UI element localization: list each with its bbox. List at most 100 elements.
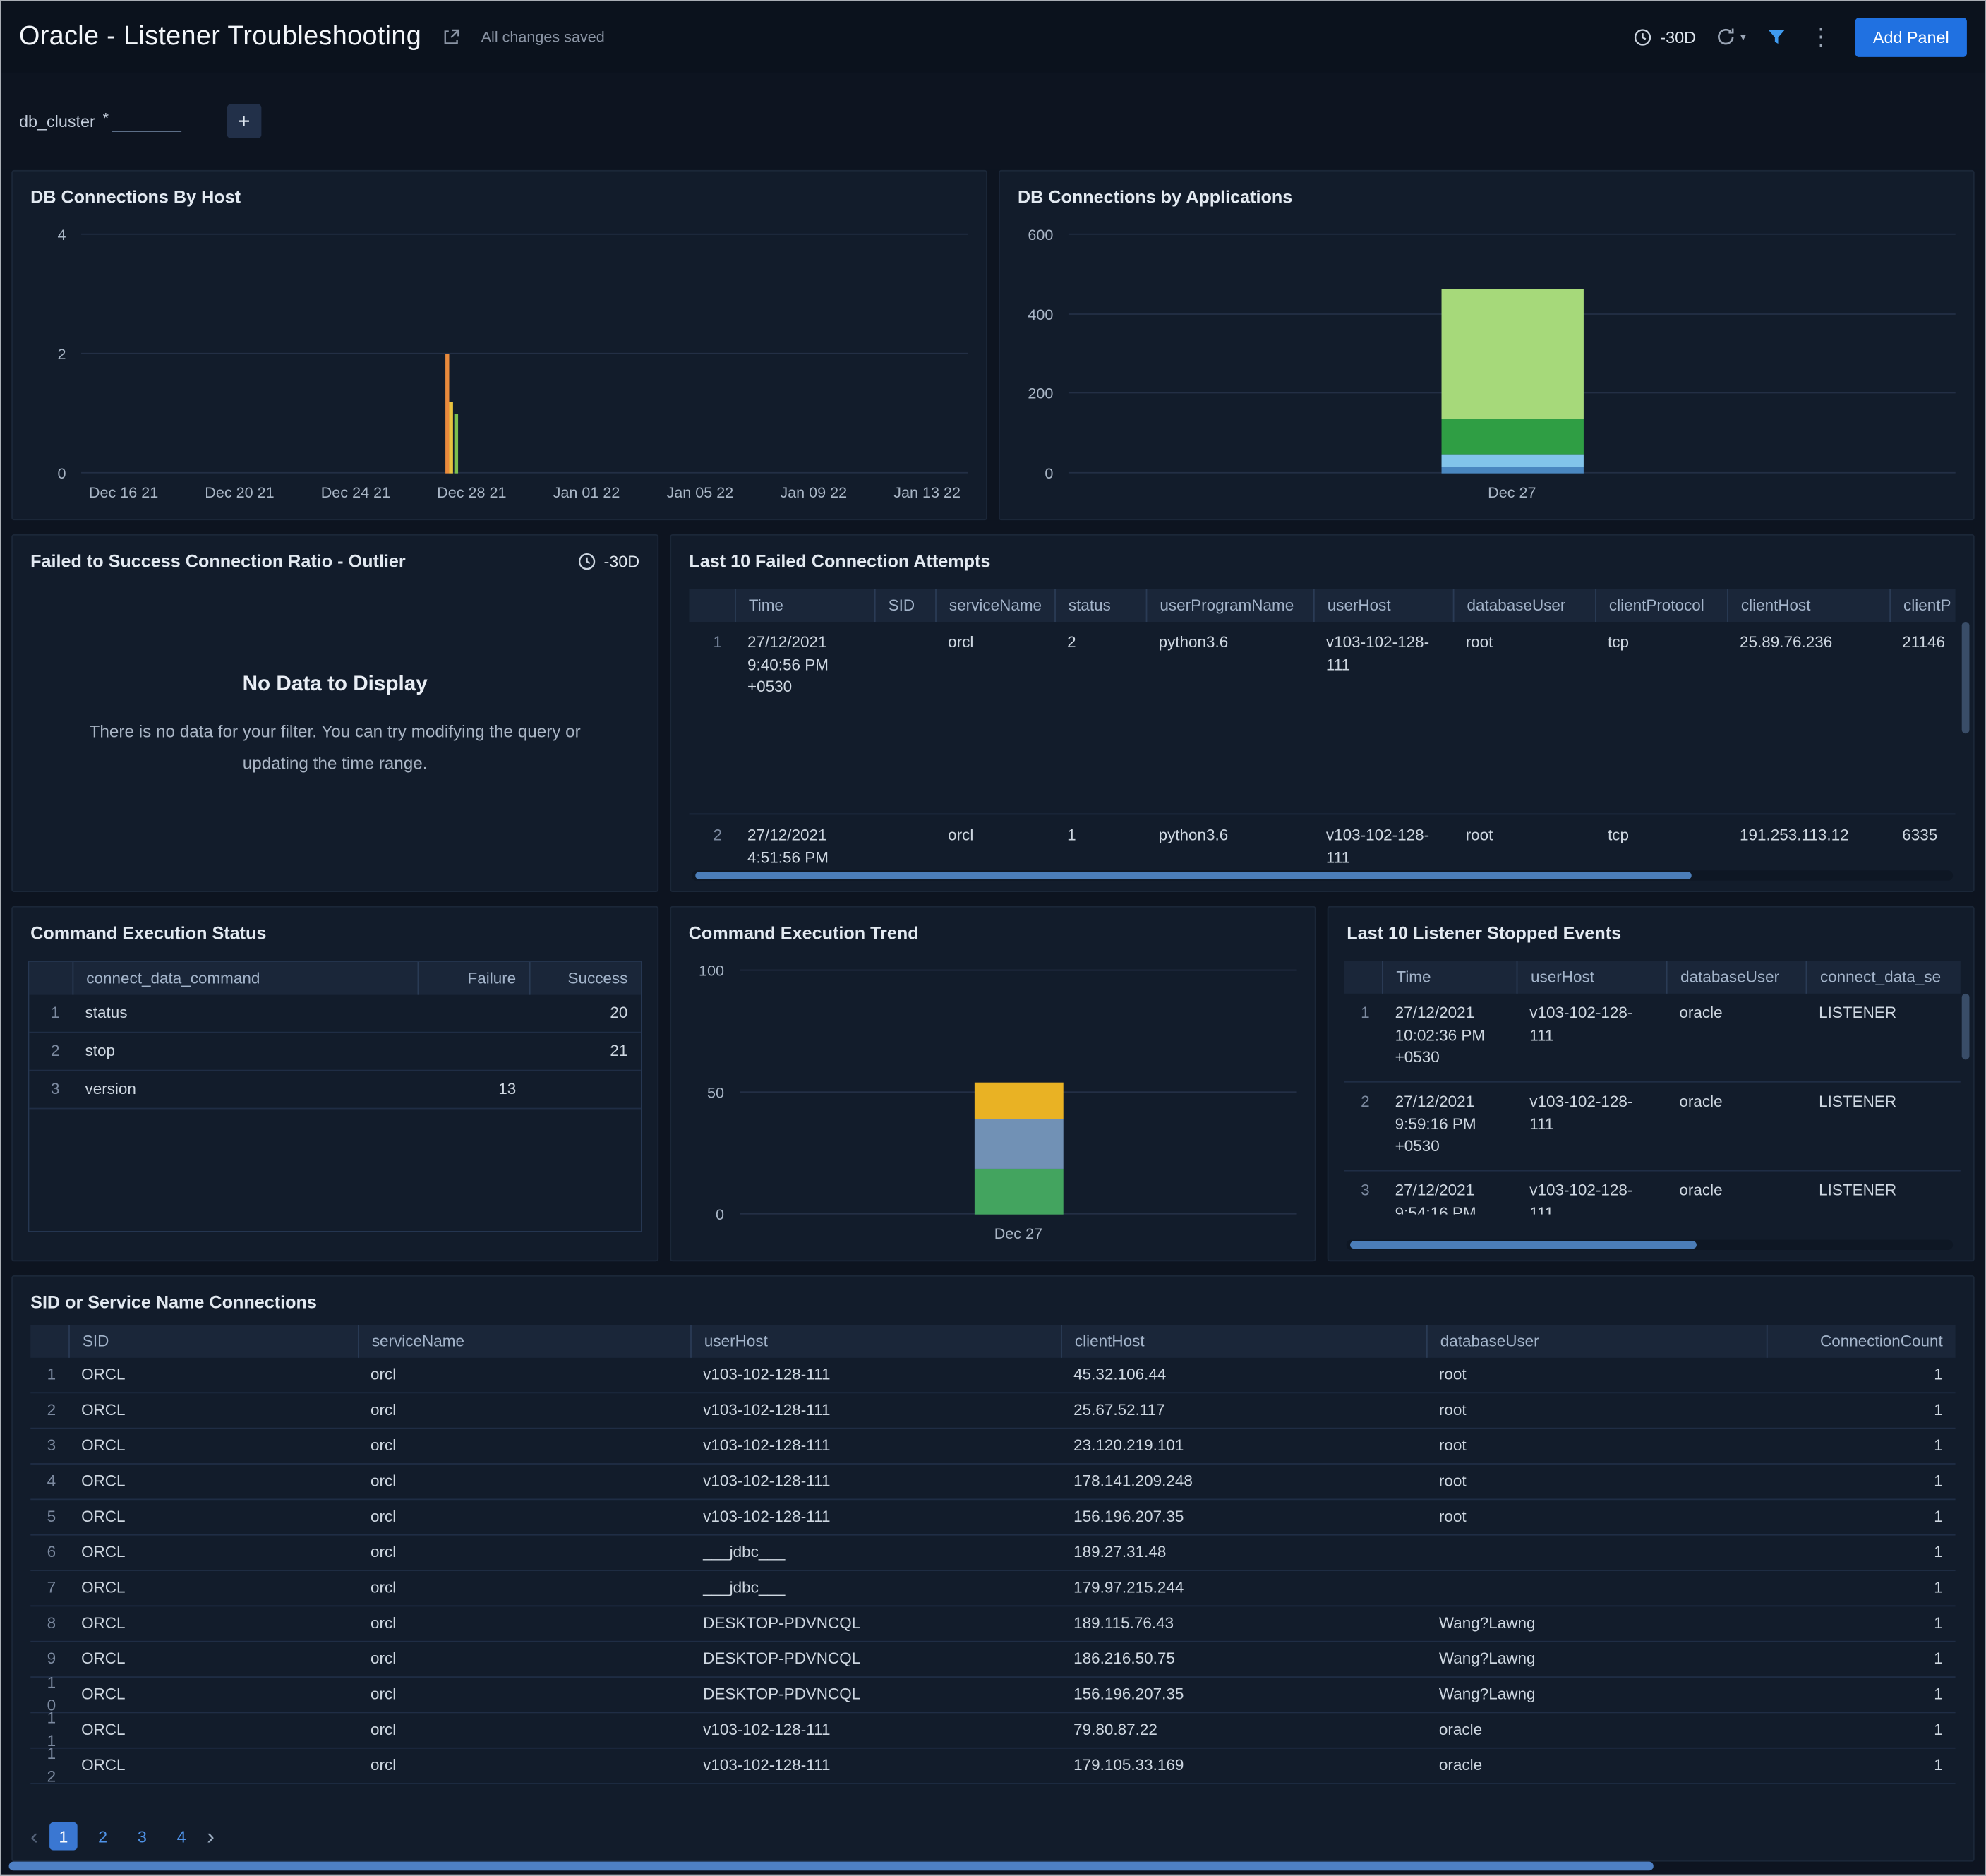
table-row[interactable]: 12ORCLorclv103-102-128-111179.105.33.169… <box>30 1749 1956 1784</box>
column-header[interactable]: serviceName <box>358 1325 690 1358</box>
kebab-menu-icon[interactable]: ⋮ <box>1807 25 1835 48</box>
table-row[interactable]: 127/12/2021 9:40:56 PM +0530orcl2python3… <box>689 622 1955 814</box>
column-header[interactable]: clientP <box>1889 589 1955 622</box>
scrollbar-thumb[interactable] <box>1962 622 1970 733</box>
table-row[interactable]: 10ORCLorclDESKTOP-PDVNCQL156.196.207.35W… <box>30 1678 1956 1713</box>
scrollbar-thumb[interactable] <box>1962 994 1970 1059</box>
y-tick-label: 100 <box>699 962 724 980</box>
table-row[interactable]: 227/12/2021 4:51:56 PM +0530orcl1python3… <box>689 814 1955 862</box>
add-filter-button[interactable]: + <box>227 104 261 138</box>
horizontal-scrollbar[interactable] <box>1347 1240 1953 1250</box>
table-cell: orcl <box>935 825 1054 847</box>
column-header[interactable]: userHost <box>1517 961 1666 994</box>
page-button-2[interactable]: 2 <box>89 1822 117 1851</box>
table-row[interactable]: 5ORCLorclv103-102-128-111156.196.207.35r… <box>30 1500 1956 1535</box>
column-header[interactable]: Failure <box>417 962 529 995</box>
prev-page-icon[interactable]: ‹ <box>30 1825 38 1848</box>
row-index: 4 <box>30 1470 68 1492</box>
table-row[interactable]: 1ORCLorclv103-102-128-11145.32.106.44roo… <box>30 1358 1956 1393</box>
vertical-scrollbar[interactable] <box>1962 994 1970 1229</box>
table-body: 127/12/2021 10:02:36 PM +0530v103-102-12… <box>1344 994 1961 1215</box>
table-row[interactable]: 9ORCLorclDESKTOP-PDVNCQL186.216.50.75Wan… <box>30 1642 1956 1678</box>
data-spike <box>445 354 448 474</box>
refresh-control[interactable]: ▾ <box>1716 27 1746 47</box>
column-header[interactable]: databaseUser <box>1666 961 1806 994</box>
x-tick-label: Dec 28 21 <box>437 483 506 509</box>
plot-area <box>740 970 1298 1214</box>
table-cell: v103-102-128-111 <box>690 1400 1061 1421</box>
x-tick-label: Dec 27 <box>994 1225 1042 1250</box>
column-header[interactable]: SID <box>68 1325 358 1358</box>
scrollbar-thumb[interactable] <box>695 872 1692 879</box>
y-axis: 050100 <box>689 970 732 1214</box>
column-header[interactable]: userHost <box>690 1325 1061 1358</box>
panel-title: SID or Service Name Connections <box>13 1277 1973 1318</box>
table-cell: v103-102-128-111 <box>690 1364 1061 1385</box>
column-header[interactable]: serviceName <box>935 589 1054 622</box>
table-row[interactable]: 8ORCLorclDESKTOP-PDVNCQL189.115.76.43Wan… <box>30 1606 1956 1642</box>
column-header[interactable]: clientHost <box>1061 1325 1426 1358</box>
filter-icon[interactable] <box>1767 27 1787 47</box>
panel-command-execution-status: Command Execution Status connect_data_co… <box>11 906 658 1261</box>
table-row[interactable]: 7ORCLorcl___jdbc___179.97.215.2441 <box>30 1571 1956 1606</box>
next-page-icon[interactable]: › <box>207 1825 215 1848</box>
share-icon[interactable] <box>442 28 461 47</box>
table-row[interactable]: 127/12/2021 10:02:36 PM +0530v103-102-12… <box>1344 994 1961 1083</box>
column-header[interactable]: userHost <box>1313 589 1453 622</box>
column-header[interactable]: clientProtocol <box>1595 589 1727 622</box>
table-row[interactable]: 227/12/2021 9:59:16 PM +0530v103-102-128… <box>1344 1083 1961 1172</box>
row-index: 2 <box>30 1400 68 1421</box>
column-header[interactable]: status <box>1054 589 1145 622</box>
page-button-3[interactable]: 3 <box>128 1822 157 1851</box>
horizontal-scrollbar[interactable] <box>692 870 1953 880</box>
table-row[interactable]: 11ORCLorclv103-102-128-11179.80.87.22ora… <box>30 1713 1956 1748</box>
page-horizontal-scrollbar[interactable] <box>9 1862 1654 1871</box>
panel-title: Last 10 Failed Connection Attempts <box>671 536 1973 577</box>
table-row[interactable]: 4ORCLorclv103-102-128-111178.141.209.248… <box>30 1465 1956 1500</box>
add-panel-button[interactable]: Add Panel <box>1855 17 1967 56</box>
column-header[interactable]: databaseUser <box>1453 589 1595 622</box>
filter-input[interactable] <box>112 111 181 131</box>
time-range-control[interactable]: -30D <box>1634 28 1696 47</box>
page-button-1[interactable]: 1 <box>49 1822 78 1851</box>
y-tick-label: 0 <box>57 464 66 482</box>
column-header[interactable]: SID <box>874 589 935 622</box>
page-button-4[interactable]: 4 <box>167 1822 195 1851</box>
stacked-bar[interactable] <box>1441 235 1583 474</box>
column-header[interactable]: Success <box>529 962 640 995</box>
table-cell: v103-102-128-111 <box>690 1719 1061 1741</box>
column-header[interactable]: databaseUser <box>1426 1325 1767 1358</box>
table-cell: v103-102-128-111 <box>1313 632 1453 676</box>
table-cell: ORCL <box>68 1613 358 1635</box>
table-cell: 21 <box>529 1040 640 1062</box>
table-cell: 156.196.207.35 <box>1061 1506 1426 1528</box>
column-header[interactable]: clientHost <box>1727 589 1889 622</box>
column-header[interactable]: connect_data_command <box>72 962 416 995</box>
column-header[interactable]: Time <box>1383 961 1517 994</box>
table-cell: oracle <box>1666 1180 1806 1202</box>
pagination: ‹ 1234 › <box>30 1822 215 1851</box>
index-column-header <box>30 1325 68 1358</box>
row-index: 3 <box>1344 1180 1383 1202</box>
table-row[interactable]: 327/12/2021 9:54:16 PM +0530v103-102-128… <box>1344 1172 1961 1215</box>
panel-time-range[interactable]: -30D <box>577 551 639 570</box>
column-header[interactable]: connect_data_se <box>1806 961 1961 994</box>
column-header[interactable]: ConnectionCount <box>1767 1325 1956 1358</box>
dashboard-content: DB Connections By Host 024 Dec 16 21Dec … <box>1 170 1985 1862</box>
stacked-bar[interactable] <box>974 970 1063 1214</box>
table-row[interactable]: 2ORCLorclv103-102-128-11125.67.52.117roo… <box>30 1393 1956 1429</box>
table-cell: orcl <box>358 1719 690 1741</box>
scrollbar-thumb[interactable] <box>1351 1241 1697 1249</box>
table-row[interactable]: 6ORCLorcl___jdbc___189.27.31.481 <box>30 1536 1956 1571</box>
column-header[interactable]: userProgramName <box>1146 589 1313 622</box>
table-cell: tcp <box>1595 632 1727 654</box>
index-column-header <box>1344 961 1383 994</box>
table-row[interactable]: 3version13 <box>29 1071 640 1110</box>
table-row[interactable]: 1status20 <box>29 995 640 1033</box>
panel-title: Command Execution Status <box>13 908 657 949</box>
table-row[interactable]: 3ORCLorclv103-102-128-11123.120.219.101r… <box>30 1429 1956 1465</box>
table-cell: 189.115.76.43 <box>1061 1613 1426 1635</box>
table-row[interactable]: 2stop21 <box>29 1033 640 1071</box>
vertical-scrollbar[interactable] <box>1962 622 1970 860</box>
column-header[interactable]: Time <box>735 589 874 622</box>
